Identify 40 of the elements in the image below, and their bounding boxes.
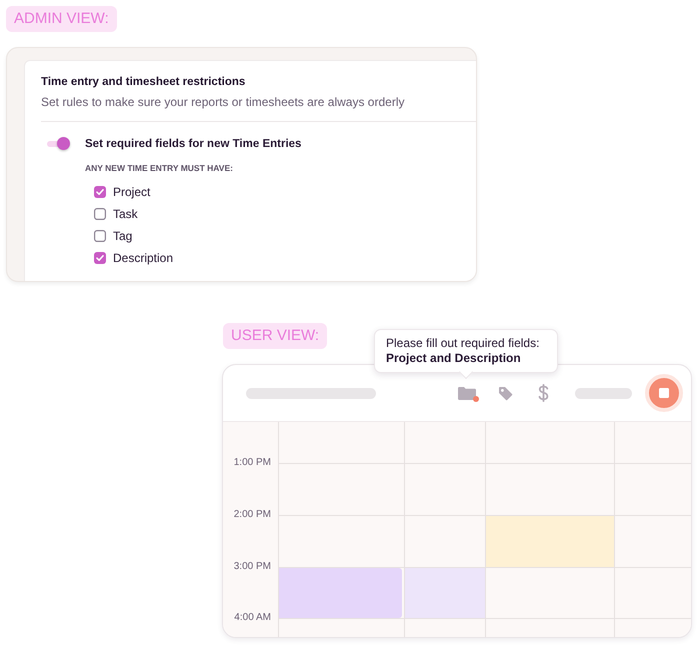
- calendar-cell[interactable]: [278, 515, 404, 567]
- tooltip-message: Please fill out required fields:: [386, 336, 540, 351]
- field-label: Description: [113, 251, 174, 265]
- time-label: 1:00 PM: [234, 457, 271, 469]
- calendar-cell[interactable]: [485, 618, 614, 637]
- calendar-cell[interactable]: [278, 463, 404, 515]
- section-title: Time entry and timesheet restrictions: [41, 75, 246, 90]
- calendar-cell[interactable]: [404, 515, 485, 567]
- folder-icon[interactable]: [458, 386, 476, 400]
- field-label: Project: [113, 185, 150, 199]
- checkbox[interactable]: [94, 252, 106, 264]
- stop-button[interactable]: [645, 374, 683, 412]
- calendar-cell[interactable]: [485, 463, 614, 515]
- tooltip-required-fields: Project and Description: [386, 351, 547, 366]
- calendar-cell[interactable]: [614, 618, 691, 637]
- calendar-cell[interactable]: [614, 567, 691, 618]
- skeleton-bar: [575, 388, 632, 398]
- calendar-cell[interactable]: [404, 463, 485, 515]
- view-label: ADMIN VIEW:: [6, 6, 117, 32]
- checkbox[interactable]: [94, 230, 106, 242]
- stop-icon: [659, 388, 669, 398]
- calendar-cell[interactable]: [404, 618, 485, 637]
- calendar-cell[interactable]: [614, 515, 691, 567]
- field-label: Task: [113, 207, 138, 221]
- fields-heading: ANY NEW TIME ENTRY MUST HAVE:: [85, 162, 233, 174]
- time-label: 4:00 AM: [234, 612, 271, 624]
- field-label: Tag: [113, 229, 132, 243]
- time-label: 2:00 PM: [234, 509, 271, 521]
- calendar-cell[interactable]: [614, 463, 691, 515]
- checkbox[interactable]: [94, 186, 106, 198]
- tag-icon[interactable]: [498, 386, 512, 400]
- toggle-switch[interactable]: [47, 137, 70, 151]
- toggle-label: Set required fields for new Time Entries: [85, 138, 302, 150]
- calendar-cell[interactable]: [485, 567, 614, 618]
- dollar-icon[interactable]: [538, 384, 548, 402]
- view-label: USER VIEW:: [223, 323, 328, 349]
- checkbox[interactable]: [94, 208, 106, 220]
- section-description: Set rules to make sure your reports or timesheets are always orderly: [41, 94, 404, 110]
- calendar-cell[interactable]: [278, 618, 404, 637]
- time-label: 3:00 PM: [234, 561, 271, 573]
